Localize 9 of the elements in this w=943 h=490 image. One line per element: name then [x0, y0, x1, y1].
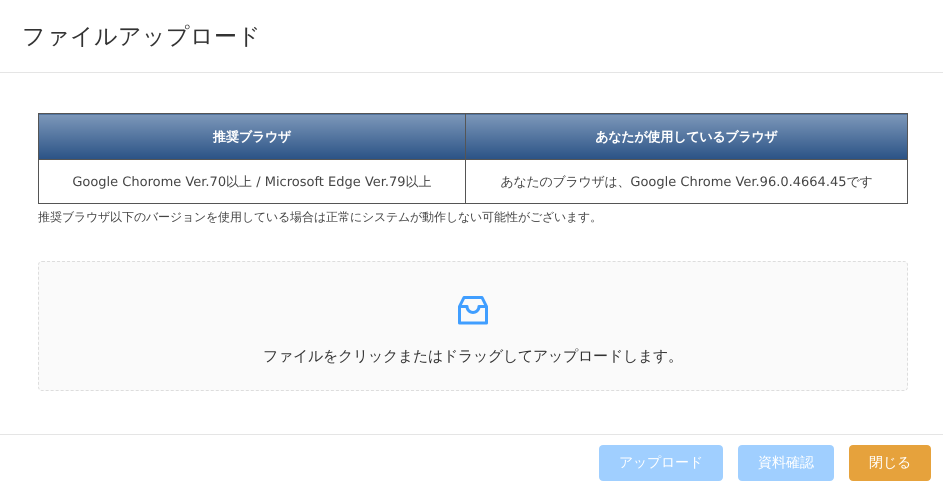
- dialog-title: ファイルアップロード: [22, 22, 261, 52]
- table-cell: Google Chorome Ver.70以上 / Microsoft Edge Ver.79以上: [38, 160, 466, 204]
- warning-note: 推奨ブラウザ以下のバージョンを使用している場合は正常にシステムが動作しない可能性がございます。: [38, 209, 603, 226]
- column-header: 推奨ブラウザ: [38, 114, 466, 160]
- column-header: あなたが使用しているブラウザ: [465, 114, 908, 160]
- upload-dropzone[interactable]: ファイルをクリックまたはドラッグしてアップロードします。: [38, 261, 908, 391]
- dropzone-text: ファイルをクリックまたはドラッグしてアップロードします。: [263, 346, 683, 366]
- action-button[interactable]: 閉じる: [849, 445, 931, 481]
- table-cell: あなたのブラウザは、Google Chrome Ver.96.0.4664.45です: [465, 160, 908, 204]
